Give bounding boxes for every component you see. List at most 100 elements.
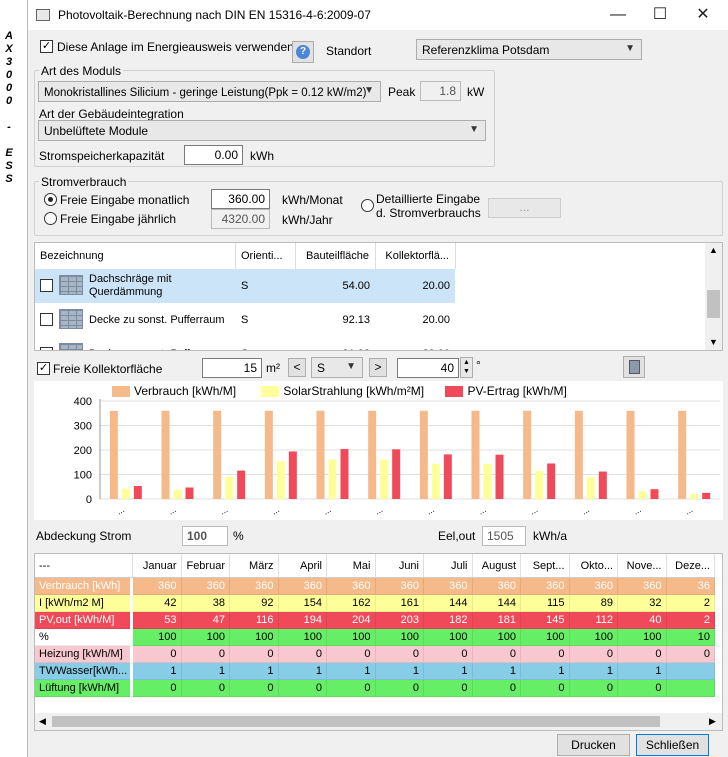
location-select[interactable]: Referenzklima Potsdam ▼ (416, 39, 642, 60)
table-cell[interactable]: 0 (181, 646, 230, 663)
month-header[interactable]: Mai (327, 554, 376, 578)
minimize-button[interactable]: — (598, 4, 638, 26)
table-cell[interactable]: 0 (375, 680, 424, 697)
table-cell[interactable]: 1 (278, 663, 327, 680)
table-cell[interactable]: 0 (327, 680, 376, 697)
angle-spinner[interactable]: ▲ ▼ (460, 357, 473, 378)
col-header-orientation[interactable]: Orienti... (236, 243, 296, 269)
month-header[interactable]: März (230, 554, 279, 578)
table-cell[interactable]: 0 (230, 646, 279, 663)
month-header[interactable]: Sept... (521, 554, 570, 578)
table-cell[interactable]: 360 (327, 578, 376, 595)
free-collector-checkbox[interactable]: ✓ (37, 362, 50, 375)
month-header[interactable]: Februar (181, 554, 230, 578)
table-cell[interactable]: 181 (472, 612, 521, 629)
table-cell[interactable]: 47 (181, 612, 230, 629)
scroll-thumb[interactable] (707, 290, 720, 318)
month-header[interactable]: Okto... (569, 554, 618, 578)
table-cell[interactable]: 100 (424, 629, 473, 646)
area-row[interactable]: Dachschräge mit Querdämmung S 54.00 20.00 (35, 269, 455, 303)
table-cell[interactable]: 100 (618, 629, 667, 646)
area-row-checkbox[interactable] (40, 313, 53, 326)
table-cell[interactable]: 2 (666, 612, 715, 629)
table-cell[interactable]: 0 (424, 646, 473, 663)
table-cell[interactable]: 1 (569, 663, 618, 680)
table-cell[interactable] (666, 663, 715, 680)
table-cell[interactable]: 115 (521, 595, 570, 612)
table-cell[interactable]: 100 (375, 629, 424, 646)
area-row-checkbox[interactable] (40, 279, 53, 292)
table-cell[interactable]: 0 (133, 680, 182, 697)
table-cell[interactable]: 42 (133, 595, 182, 612)
table-cell[interactable]: 0 (278, 680, 327, 697)
scroll-thumb[interactable] (52, 716, 660, 727)
col-header-collector[interactable]: Kollektorflä... (376, 243, 456, 269)
table-cell[interactable]: 1 (472, 663, 521, 680)
table-cell[interactable]: 182 (424, 612, 473, 629)
chevron-up-icon[interactable]: ▲ (709, 245, 718, 255)
chevron-left-icon[interactable]: ◀ (39, 716, 46, 727)
chevron-right-icon[interactable]: ▶ (709, 716, 716, 727)
angle-field[interactable]: 40 (397, 358, 459, 378)
month-header[interactable]: Juni (375, 554, 424, 578)
detail-button[interactable]: ... (488, 198, 561, 218)
orientation-prev-button[interactable]: < (288, 358, 306, 377)
help-button[interactable]: ? (292, 41, 314, 63)
table-cell[interactable]: 162 (327, 595, 376, 612)
detail-radio[interactable] (361, 199, 374, 212)
table-cell[interactable]: 0 (278, 646, 327, 663)
integration-select[interactable]: Unbelüftete Module ▼ (38, 120, 486, 141)
month-header[interactable]: April (278, 554, 327, 578)
table-hscrollbar[interactable]: ◀ ▶ (35, 713, 722, 730)
area-row[interactable]: Decke zu sonst. Pufferraum S 91.93 20.00 (35, 337, 455, 350)
table-cell[interactable]: 1 (230, 663, 279, 680)
month-header[interactable]: August (472, 554, 521, 578)
monthly-radio[interactable] (44, 193, 57, 206)
area-row[interactable]: Decke zu sonst. Pufferraum S 92.13 20.00 (35, 303, 455, 337)
table-cell[interactable]: 360 (424, 578, 473, 595)
table-cell[interactable]: 53 (133, 612, 182, 629)
table-cell[interactable]: 154 (278, 595, 327, 612)
table-cell[interactable]: 0 (472, 680, 521, 697)
table-cell[interactable]: 203 (375, 612, 424, 629)
table-cell[interactable]: 0 (618, 646, 667, 663)
orientation-select[interactable]: S ▼ (311, 357, 363, 378)
table-cell[interactable]: 10 (666, 629, 715, 646)
table-cell[interactable]: 100 (133, 629, 182, 646)
table-cell[interactable]: 1 (375, 663, 424, 680)
table-cell[interactable]: 100 (521, 629, 570, 646)
table-cell[interactable]: 360 (375, 578, 424, 595)
table-cell[interactable]: 100 (181, 629, 230, 646)
table-cell[interactable]: 144 (424, 595, 473, 612)
table-cell[interactable]: 360 (618, 578, 667, 595)
table-cell[interactable]: 145 (521, 612, 570, 629)
table-cell[interactable]: 89 (569, 595, 618, 612)
collector-area-field[interactable]: 15 (202, 358, 262, 378)
table-cell[interactable]: 0 (230, 680, 279, 697)
table-cell[interactable]: 0 (521, 646, 570, 663)
table-cell[interactable]: 360 (521, 578, 570, 595)
table-cell[interactable]: 360 (278, 578, 327, 595)
table-cell[interactable]: 1 (618, 663, 667, 680)
table-cell[interactable]: 100 (472, 629, 521, 646)
monthly-field[interactable]: 360.00 (211, 189, 270, 209)
table-cell[interactable]: 100 (278, 629, 327, 646)
close-dialog-button[interactable]: Schließen (636, 734, 709, 756)
table-cell[interactable]: 112 (569, 612, 618, 629)
storage-field[interactable]: 0.00 (184, 145, 243, 165)
table-cell[interactable]: 38 (181, 595, 230, 612)
table-cell[interactable]: 92 (230, 595, 279, 612)
close-button[interactable]: ✕ (683, 4, 723, 26)
table-cell[interactable]: 0 (327, 646, 376, 663)
month-header[interactable]: Nove... (618, 554, 667, 578)
table-cell[interactable]: 1 (424, 663, 473, 680)
chevron-down-icon[interactable]: ▼ (709, 337, 718, 347)
table-cell[interactable]: 194 (278, 612, 327, 629)
table-cell[interactable]: 0 (181, 680, 230, 697)
area-row-checkbox[interactable] (40, 347, 53, 350)
table-cell[interactable]: 360 (230, 578, 279, 595)
table-cell[interactable]: 360 (181, 578, 230, 595)
table-cell[interactable]: 360 (133, 578, 182, 595)
table-cell[interactable]: 1 (521, 663, 570, 680)
table-cell[interactable]: 0 (424, 680, 473, 697)
